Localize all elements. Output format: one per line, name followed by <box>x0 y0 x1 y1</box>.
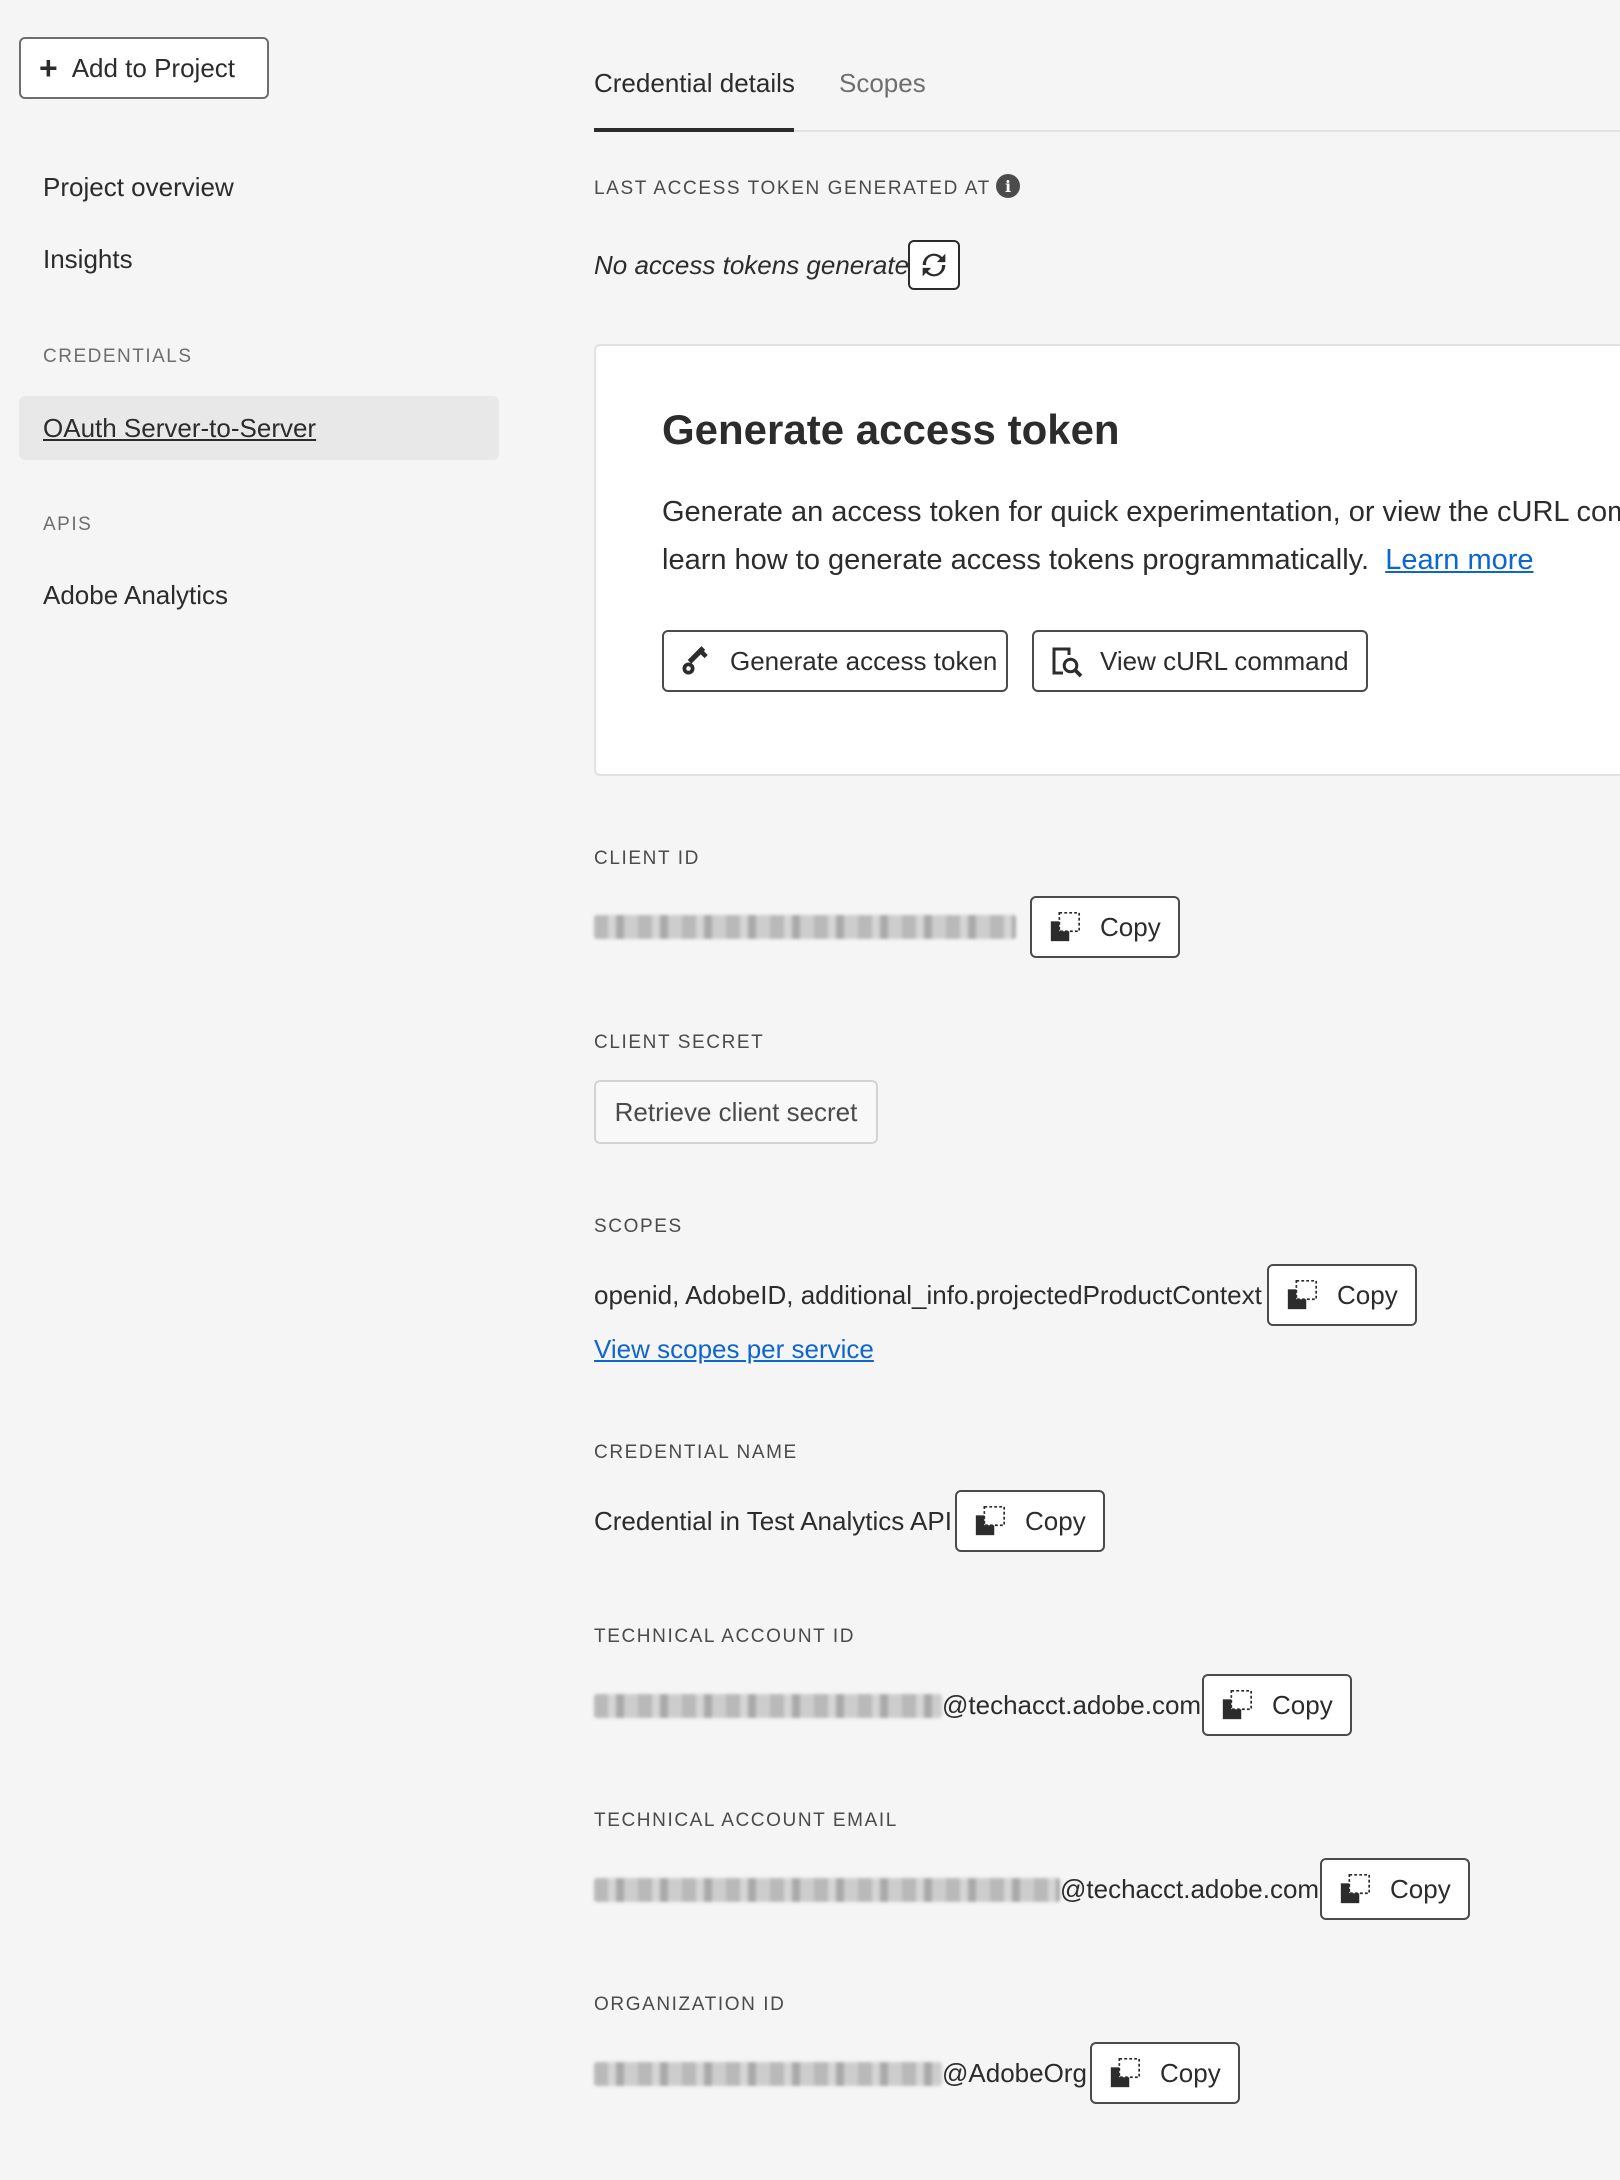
card-description-line1: Generate an access token for quick exper… <box>662 496 1620 528</box>
sidebar-item-insights[interactable]: Insights <box>43 244 133 275</box>
copy-label: Copy <box>1100 911 1161 942</box>
technical-account-email-value: @techacct.adobe.com <box>594 1874 1319 1905</box>
sidebar-item-oauth-server-to-server[interactable]: OAuth Server-to-Server <box>19 396 499 460</box>
copy-label: Copy <box>1025 1505 1086 1536</box>
sidebar-item-project-overview[interactable]: Project overview <box>43 172 234 203</box>
credential-name-label: CREDENTIAL NAME <box>594 1442 798 1463</box>
add-to-project-button[interactable]: + Add to Project <box>19 37 269 99</box>
technical-account-id-redacted <box>594 1693 942 1718</box>
organization-id-value: @AdobeOrg <box>594 2058 1087 2089</box>
view-curl-command-label: View cURL command <box>1100 645 1349 676</box>
scopes-label: SCOPES <box>594 1216 683 1237</box>
copy-organization-id-button[interactable]: Copy <box>1090 2042 1240 2104</box>
view-scopes-per-service-link[interactable]: View scopes per service <box>594 1334 874 1365</box>
copy-scopes-button[interactable]: Copy <box>1267 1264 1417 1326</box>
technical-account-id-label: TECHNICAL ACCOUNT ID <box>594 1626 856 1647</box>
card-description-line2: learn how to generate access tokens prog… <box>662 544 1370 576</box>
copy-icon <box>1222 1689 1253 1720</box>
tab-scopes[interactable]: Scopes <box>839 68 926 99</box>
card-description: Generate an access token for quick exper… <box>662 488 1620 584</box>
client-id-label: CLIENT ID <box>594 848 700 869</box>
copy-label: Copy <box>1390 1873 1451 1904</box>
active-tab-indicator <box>594 128 794 132</box>
search-document-icon <box>1052 647 1083 678</box>
copy-technical-account-email-button[interactable]: Copy <box>1320 1858 1470 1920</box>
refresh-token-button[interactable] <box>908 240 960 290</box>
tab-credential-details-label: Credential details <box>594 68 795 98</box>
copy-icon <box>1287 1279 1318 1310</box>
add-to-project-label: Add to Project <box>71 52 235 83</box>
tab-scopes-label: Scopes <box>839 68 926 98</box>
last-token-label: LAST ACCESS TOKEN GENERATED AT <box>594 178 991 199</box>
technical-account-email-redacted <box>594 1877 1060 1902</box>
sidebar-item-adobe-analytics[interactable]: Adobe Analytics <box>43 580 228 611</box>
copy-icon <box>975 1505 1006 1536</box>
retrieve-client-secret-button[interactable]: Retrieve client secret <box>594 1080 878 1144</box>
plus-icon: + <box>39 50 58 86</box>
card-title: Generate access token <box>662 406 1120 453</box>
copy-technical-account-id-button[interactable]: Copy <box>1202 1674 1352 1736</box>
copy-icon <box>1110 2057 1141 2088</box>
credentials-heading: CREDENTIALS <box>43 346 193 367</box>
learn-more-link[interactable]: Learn more <box>1385 544 1533 576</box>
copy-icon <box>1340 1873 1371 1904</box>
copy-icon <box>1050 911 1081 942</box>
generate-token-card: Generate access token Generate an access… <box>594 344 1620 776</box>
organization-id-redacted <box>594 2061 942 2086</box>
generate-access-token-button[interactable]: Generate access token <box>662 630 1008 692</box>
copy-label: Copy <box>1337 1279 1398 1310</box>
copy-credential-name-button[interactable]: Copy <box>955 1490 1105 1552</box>
credential-name-value: Credential in Test Analytics API <box>594 1506 952 1536</box>
refresh-icon <box>922 253 946 277</box>
client-id-value <box>594 912 1016 942</box>
tab-bar: Credential details Scopes <box>594 60 1620 132</box>
key-icon <box>682 646 708 675</box>
technical-account-email-label: TECHNICAL ACCOUNT EMAIL <box>594 1810 898 1831</box>
copy-label: Copy <box>1160 2057 1221 2088</box>
token-status: No access tokens generated <box>594 250 924 280</box>
card-description-line2-wrap: learn how to generate access tokens prog… <box>662 536 1620 584</box>
organization-id-label: ORGANIZATION ID <box>594 1994 786 2015</box>
technical-account-email-suffix: @techacct.adobe.com <box>1060 1874 1320 1904</box>
client-secret-label: CLIENT SECRET <box>594 1032 765 1053</box>
main-content: Credential details Scopes LAST ACCESS TO… <box>594 0 1620 2180</box>
technical-account-id-value: @techacct.adobe.com <box>594 1690 1201 1721</box>
sidebar: + Add to Project Project overview Insigh… <box>0 0 520 2180</box>
apis-heading: APIS <box>43 514 93 535</box>
client-id-redacted <box>594 915 1016 939</box>
technical-account-id-suffix: @techacct.adobe.com <box>942 1690 1202 1720</box>
info-icon[interactable]: i <box>996 174 1020 198</box>
copy-label: Copy <box>1272 1689 1333 1720</box>
organization-id-suffix: @AdobeOrg <box>942 2058 1087 2088</box>
scopes-value: openid, AdobeID, additional_info.project… <box>594 1280 1262 1310</box>
page: + Add to Project Project overview Insigh… <box>0 0 1620 2180</box>
copy-client-id-button[interactable]: Copy <box>1030 896 1180 958</box>
view-curl-command-button[interactable]: View cURL command <box>1032 630 1368 692</box>
generate-access-token-label: Generate access token <box>730 645 998 676</box>
tab-credential-details[interactable]: Credential details <box>594 68 795 99</box>
